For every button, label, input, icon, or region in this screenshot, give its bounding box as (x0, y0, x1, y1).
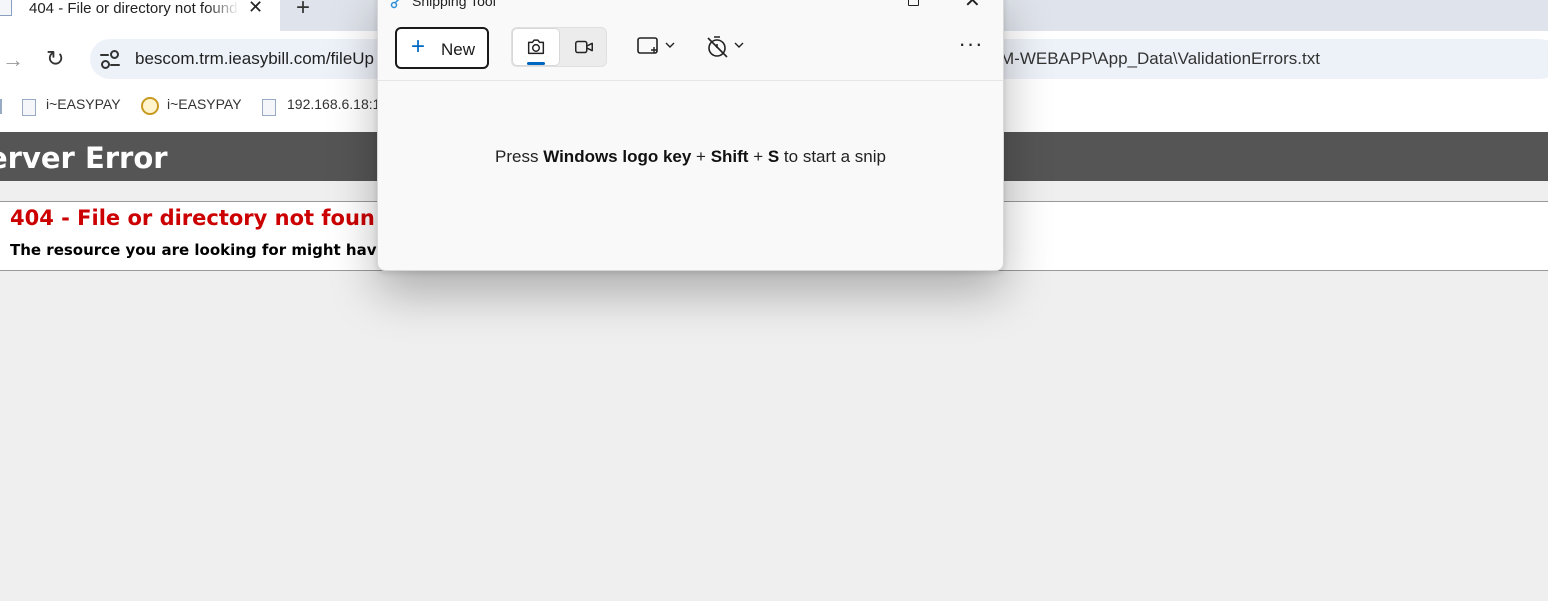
more-options-icon[interactable]: ··· (956, 29, 986, 65)
forward-icon[interactable]: → (2, 47, 24, 73)
snip-hint-text: Press Windows logo key + Shift + S to st… (378, 147, 1003, 167)
hint-suffix: to start a snip (779, 147, 886, 166)
reload-icon[interactable]: ↻ (46, 46, 64, 72)
capture-mode-toggle (511, 27, 607, 67)
video-camera-icon (575, 40, 593, 54)
hint-prefix: Press (495, 147, 544, 166)
hint-plus: + (691, 147, 711, 166)
maximize-icon[interactable] (908, 0, 919, 6)
error-title: 404 - File or directory not foun (10, 206, 375, 230)
snipping-tool-window: Snipping Tool ✕ + New ··· Press Windows … (377, 0, 1004, 271)
window-title: Snipping Tool (412, 0, 496, 9)
tab-title: 404 - File or directory not found. (29, 0, 239, 17)
page-title: erver Error (0, 141, 168, 175)
video-mode-button[interactable] (560, 28, 608, 66)
bookmark-icon-partial (0, 99, 2, 114)
document-icon (22, 99, 36, 116)
bwssb-logo-icon (141, 97, 159, 115)
url-text-tail: M-WEBAPP\App_Data\ValidationErrors.txt (1000, 49, 1320, 68)
plus-icon: + (411, 33, 426, 60)
document-icon (0, 0, 12, 16)
no-timer-icon (707, 36, 744, 58)
url-text: bescom.trm.ieasybill.com/fileUp (135, 49, 375, 68)
rectangle-snip-icon (637, 37, 675, 54)
hint-key-windows: Windows logo key (543, 147, 692, 166)
hint-key-s: S (767, 147, 780, 166)
new-button-label: New (441, 40, 476, 59)
close-icon[interactable]: ✕ (248, 0, 263, 18)
bookmark-item[interactable]: i~EASYPAY (167, 96, 242, 112)
active-indicator (527, 62, 545, 65)
bookmark-item[interactable]: 192.168.6.18:1 (287, 96, 380, 112)
delay-timer-dropdown[interactable] (701, 27, 747, 67)
scissors-icon (390, 0, 400, 9)
document-icon (262, 99, 276, 116)
bookmark-item[interactable]: i~EASYPAY (46, 96, 121, 112)
new-snip-button[interactable]: + New (395, 27, 489, 69)
hint-key-shift: Shift (710, 147, 749, 166)
new-tab-button[interactable]: + (296, 0, 310, 22)
hint-plus: + (748, 147, 768, 166)
site-info-icon[interactable] (100, 49, 120, 69)
screenshot-mode-button[interactable] (512, 28, 560, 66)
snip-shape-dropdown[interactable] (634, 27, 680, 67)
error-description: The resource you are looking for might h… (10, 241, 377, 259)
snip-toolbar: + New ··· (378, 19, 1003, 81)
browser-tab[interactable]: 404 - File or directory not found. ✕ (0, 0, 280, 31)
close-icon[interactable]: ✕ (964, 0, 981, 13)
camera-icon (527, 39, 545, 55)
